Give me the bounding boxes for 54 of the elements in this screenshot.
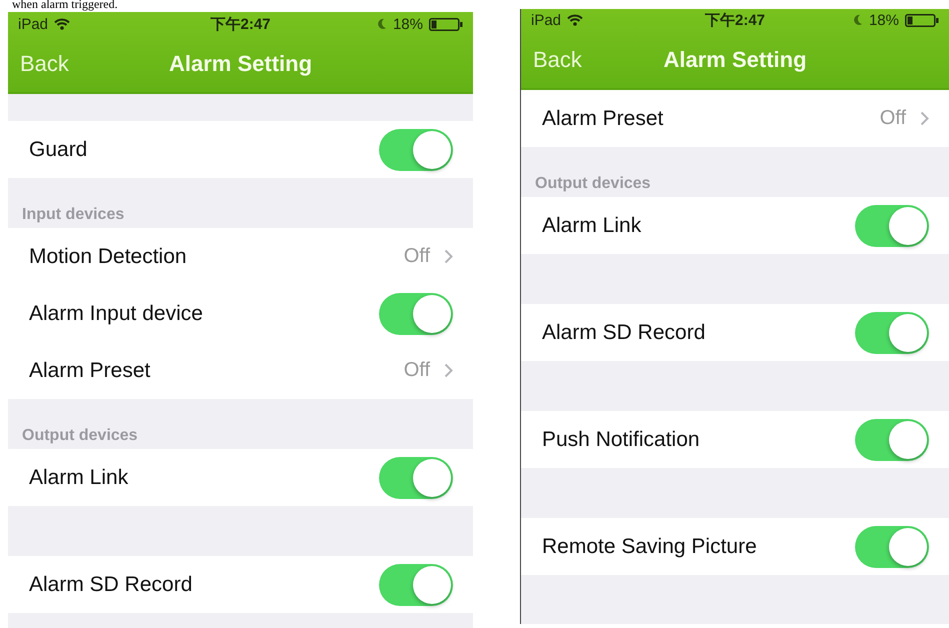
setting-row[interactable]: Alarm Link [521, 197, 949, 254]
setting-label: Remote Saving Picture [542, 534, 758, 558]
section-header: Input devices [22, 206, 124, 225]
setting-label: Alarm SD Record [542, 320, 706, 344]
setting-row[interactable]: Guard [8, 121, 473, 178]
wifi-icon [54, 18, 70, 30]
moon-icon [852, 14, 863, 26]
chevron-icon [444, 249, 453, 264]
setting-value: Off [880, 107, 906, 130]
chevron-icon [444, 363, 453, 378]
toggle-switch[interactable] [855, 204, 929, 246]
setting-label: Alarm Link [29, 466, 130, 490]
setting-label: Alarm Preset [29, 358, 152, 382]
setting-row[interactable]: Alarm Input device [8, 285, 473, 342]
carrier-text: iPad [531, 12, 562, 28]
setting-row[interactable]: Alarm Link [8, 449, 473, 506]
time-text: 下午2:47 [704, 10, 766, 30]
setting-row[interactable]: Remote Saving Picture [521, 518, 949, 575]
settings-row[interactable]: Alarm Preset Off [8, 342, 473, 399]
carrier-text: iPad [18, 16, 48, 32]
setting-label: Guard [29, 138, 88, 162]
setting-label: Push Notification [542, 428, 701, 452]
setting-value: Off [404, 359, 430, 382]
setting-value: Off [404, 245, 430, 268]
caption-text: when alarm triggered. [12, 0, 119, 9]
battery-icon [429, 18, 463, 30]
setting-row[interactable]: Push Notification [521, 411, 949, 468]
battery-percent-text: 18% [868, 12, 899, 28]
toggle-switch[interactable] [379, 456, 453, 498]
toggle-switch[interactable] [379, 128, 453, 170]
setting-label: Alarm Link [542, 214, 642, 238]
moon-icon [376, 18, 387, 30]
wifi-icon [567, 14, 584, 26]
settings-row[interactable]: Motion Detection Off [8, 228, 473, 285]
toggle-switch[interactable] [855, 526, 929, 568]
toggle-switch[interactable] [855, 312, 929, 354]
setting-label: Alarm Input device [29, 302, 204, 326]
time-text: 下午2:47 [210, 14, 271, 34]
settings-row[interactable]: Alarm Preset Off [521, 90, 949, 147]
toggle-switch[interactable] [379, 292, 453, 334]
setting-row[interactable]: Alarm SD Record [8, 556, 473, 613]
setting-row[interactable]: Alarm SD Record [521, 304, 949, 361]
toggle-switch[interactable] [855, 418, 929, 460]
setting-label: Alarm Preset [542, 106, 664, 130]
chevron-icon [920, 111, 929, 126]
battery-percent-text: 18% [392, 16, 423, 32]
section-header: Output devices [22, 427, 138, 446]
section-header: Output devices [535, 175, 651, 194]
screen-title: Alarm Setting [168, 51, 312, 77]
setting-label: Motion Detection [29, 244, 188, 268]
toggle-switch[interactable] [379, 564, 453, 606]
setting-label: Alarm SD Record [29, 572, 194, 596]
battery-icon [905, 14, 939, 26]
screen-title: Alarm Setting [663, 47, 807, 73]
